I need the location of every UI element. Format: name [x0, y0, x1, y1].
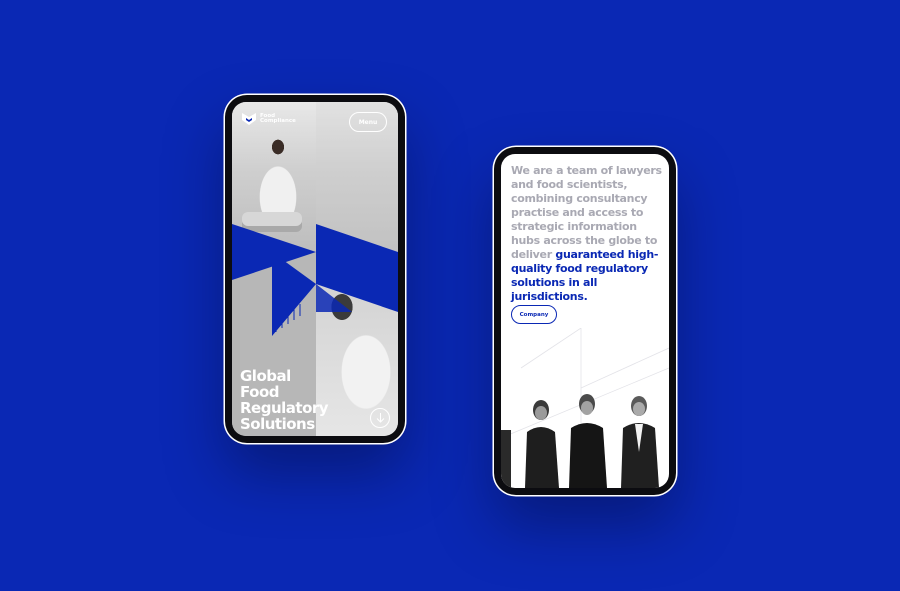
company-intro-text: We are a team of lawyers and food scient…	[511, 164, 663, 304]
hero-screen: Food Compliance Menu Global Food Regulat…	[232, 102, 398, 436]
team-photo	[501, 328, 669, 488]
arrow-down-icon	[376, 413, 384, 423]
brand-name-line2: Compliance	[260, 118, 296, 124]
hero-title-line: Regulatory	[240, 399, 329, 417]
hero-title: Global Food Regulatory Solutions	[240, 368, 350, 432]
hero-phone-mockup: Food Compliance Menu Global Food Regulat…	[225, 95, 405, 443]
hero-title-line: Solutions	[240, 415, 315, 433]
hero-title-line: Food	[240, 383, 280, 401]
company-button[interactable]: Company	[511, 305, 557, 324]
company-phone-mockup: We are a team of lawyers and food scient…	[494, 147, 676, 495]
hero-title-line: Global	[240, 367, 291, 385]
menu-button[interactable]: Menu	[349, 112, 387, 132]
brand-name: Food Compliance	[260, 113, 300, 125]
shield-logo-icon	[242, 113, 256, 125]
scroll-down-button[interactable]	[370, 408, 390, 428]
company-screen: We are a team of lawyers and food scient…	[501, 154, 669, 488]
intro-muted-text: We are a team of lawyers and food scient…	[511, 164, 662, 261]
brand-logo[interactable]: Food Compliance	[242, 113, 300, 125]
